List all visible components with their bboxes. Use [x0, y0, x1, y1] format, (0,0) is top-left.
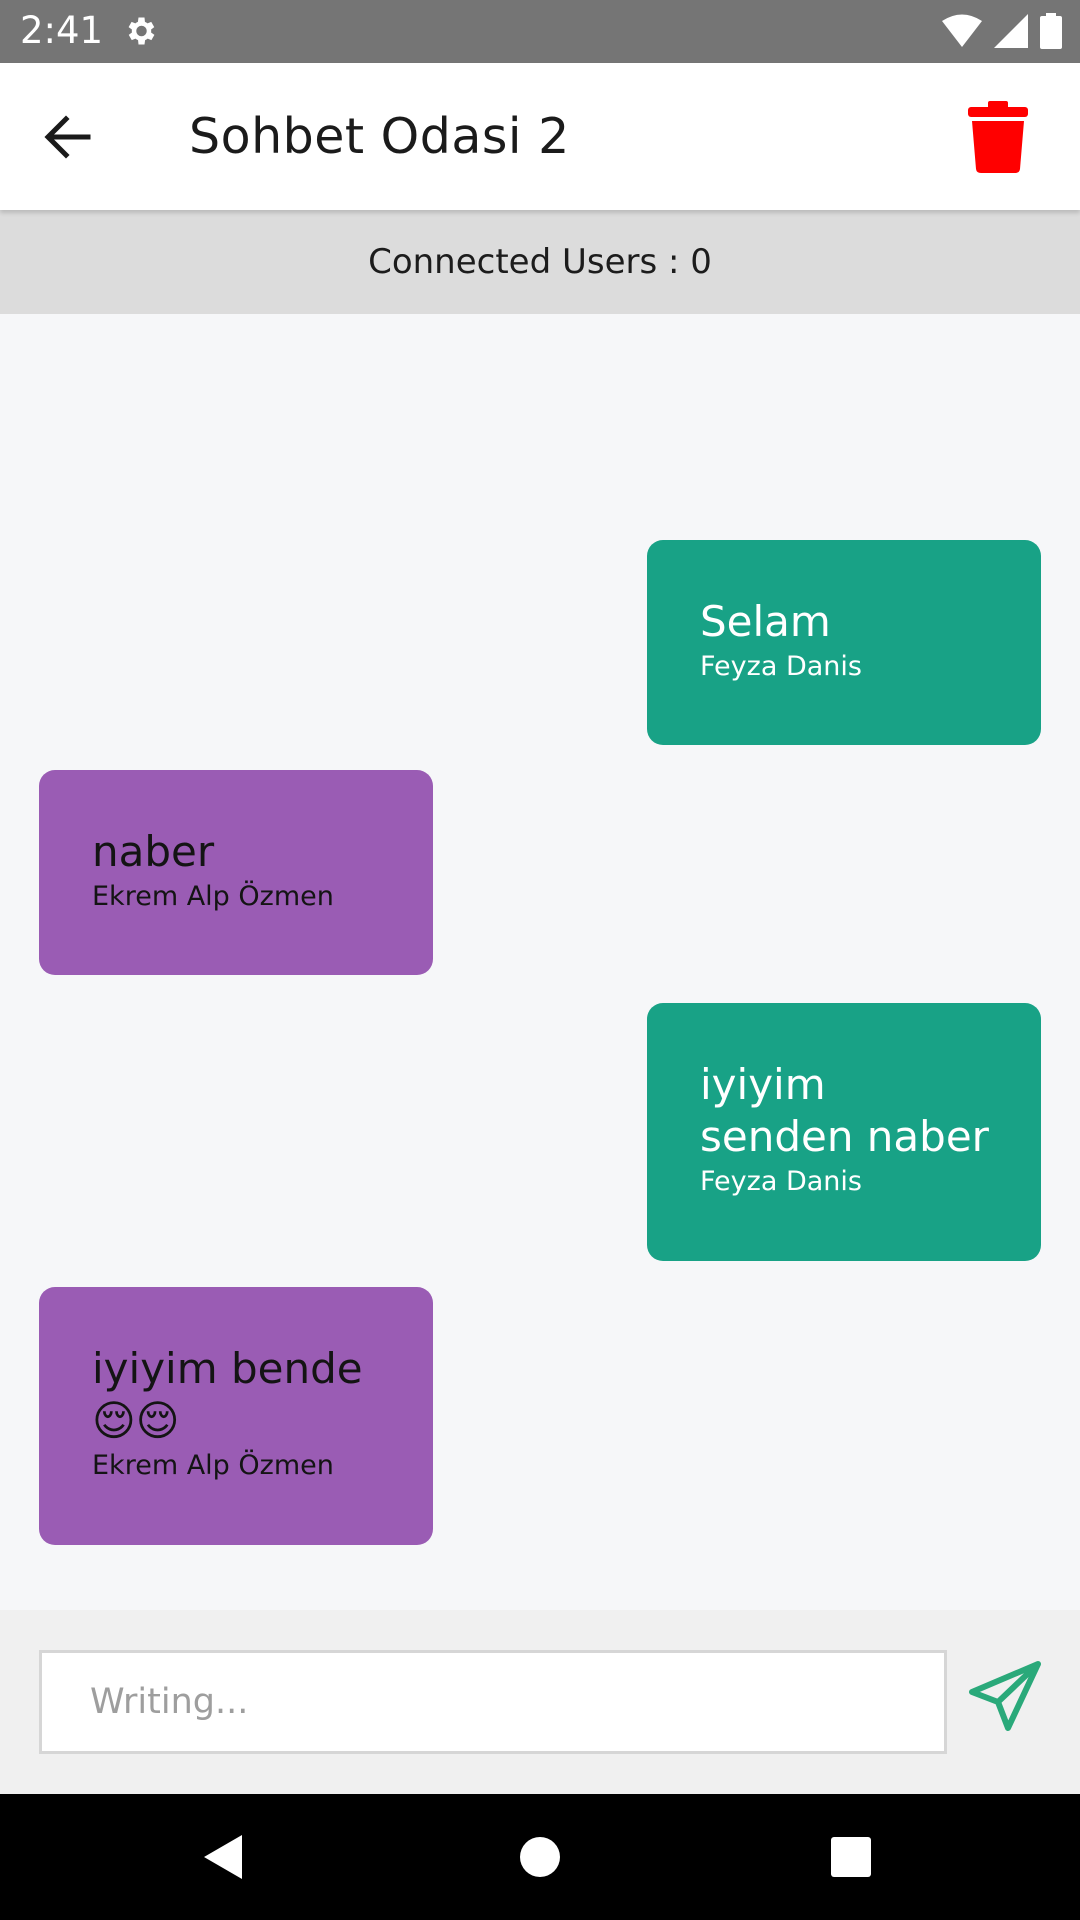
composer-bar — [0, 1610, 1080, 1794]
status-icons — [942, 12, 1062, 50]
message-bubble-sent: iyiyim senden naber Feyza Danis — [647, 1003, 1041, 1261]
nav-home-button[interactable] — [507, 1824, 573, 1890]
message-author: Feyza Danis — [700, 1166, 862, 1197]
signal-icon — [994, 14, 1028, 48]
nav-recents-button[interactable] — [818, 1824, 884, 1890]
message-bubble-sent: Selam Feyza Danis — [647, 540, 1041, 745]
chat-screen: 2:41 Sohbet Odasi 2 Connected Users: 0 … — [0, 0, 1080, 1920]
message-text: iyiyim bende 😌😌 — [92, 1344, 363, 1445]
gear-icon — [128, 17, 155, 45]
wifi-icon — [942, 14, 982, 47]
recents-square-icon — [831, 1837, 871, 1877]
delete-room-button[interactable] — [966, 101, 1030, 173]
paper-plane-icon — [969, 1661, 1041, 1731]
message-author: Ekrem Alp Özmen — [92, 1450, 334, 1481]
system-nav-bar — [0, 1794, 1080, 1920]
back-button[interactable] — [38, 109, 98, 165]
page-title: Sohbet Odasi 2 — [189, 108, 570, 165]
connected-users-bar: Connected Users : 0 — [0, 210, 1080, 314]
nav-back-button[interactable] — [191, 1824, 257, 1890]
send-button[interactable] — [968, 1658, 1044, 1734]
message-text: naber — [92, 827, 215, 876]
app-bar: Sohbet Odasi 2 — [0, 63, 1080, 210]
message-text: Selam — [700, 597, 831, 646]
message-list[interactable]: Selam Feyza Danis naber Ekrem Alp Özmen … — [0, 314, 1080, 1610]
status-time: 2:41 — [20, 9, 104, 52]
battery-icon — [1040, 13, 1062, 49]
message-bubble-received: iyiyim bende 😌😌 Ekrem Alp Özmen — [39, 1287, 433, 1545]
connected-users-text: Connected Users : 0 — [368, 242, 712, 282]
status-bar: 2:41 — [0, 0, 1080, 63]
trash-icon — [968, 101, 1028, 173]
message-bubble-received: naber Ekrem Alp Özmen — [39, 770, 433, 975]
back-triangle-icon — [204, 1835, 242, 1879]
message-author: Feyza Danis — [700, 651, 862, 682]
message-input[interactable] — [39, 1650, 947, 1754]
message-author: Ekrem Alp Özmen — [92, 881, 334, 912]
home-circle-icon — [520, 1837, 560, 1877]
message-text: iyiyim senden naber — [700, 1060, 989, 1161]
arrow-left-icon — [44, 115, 91, 159]
